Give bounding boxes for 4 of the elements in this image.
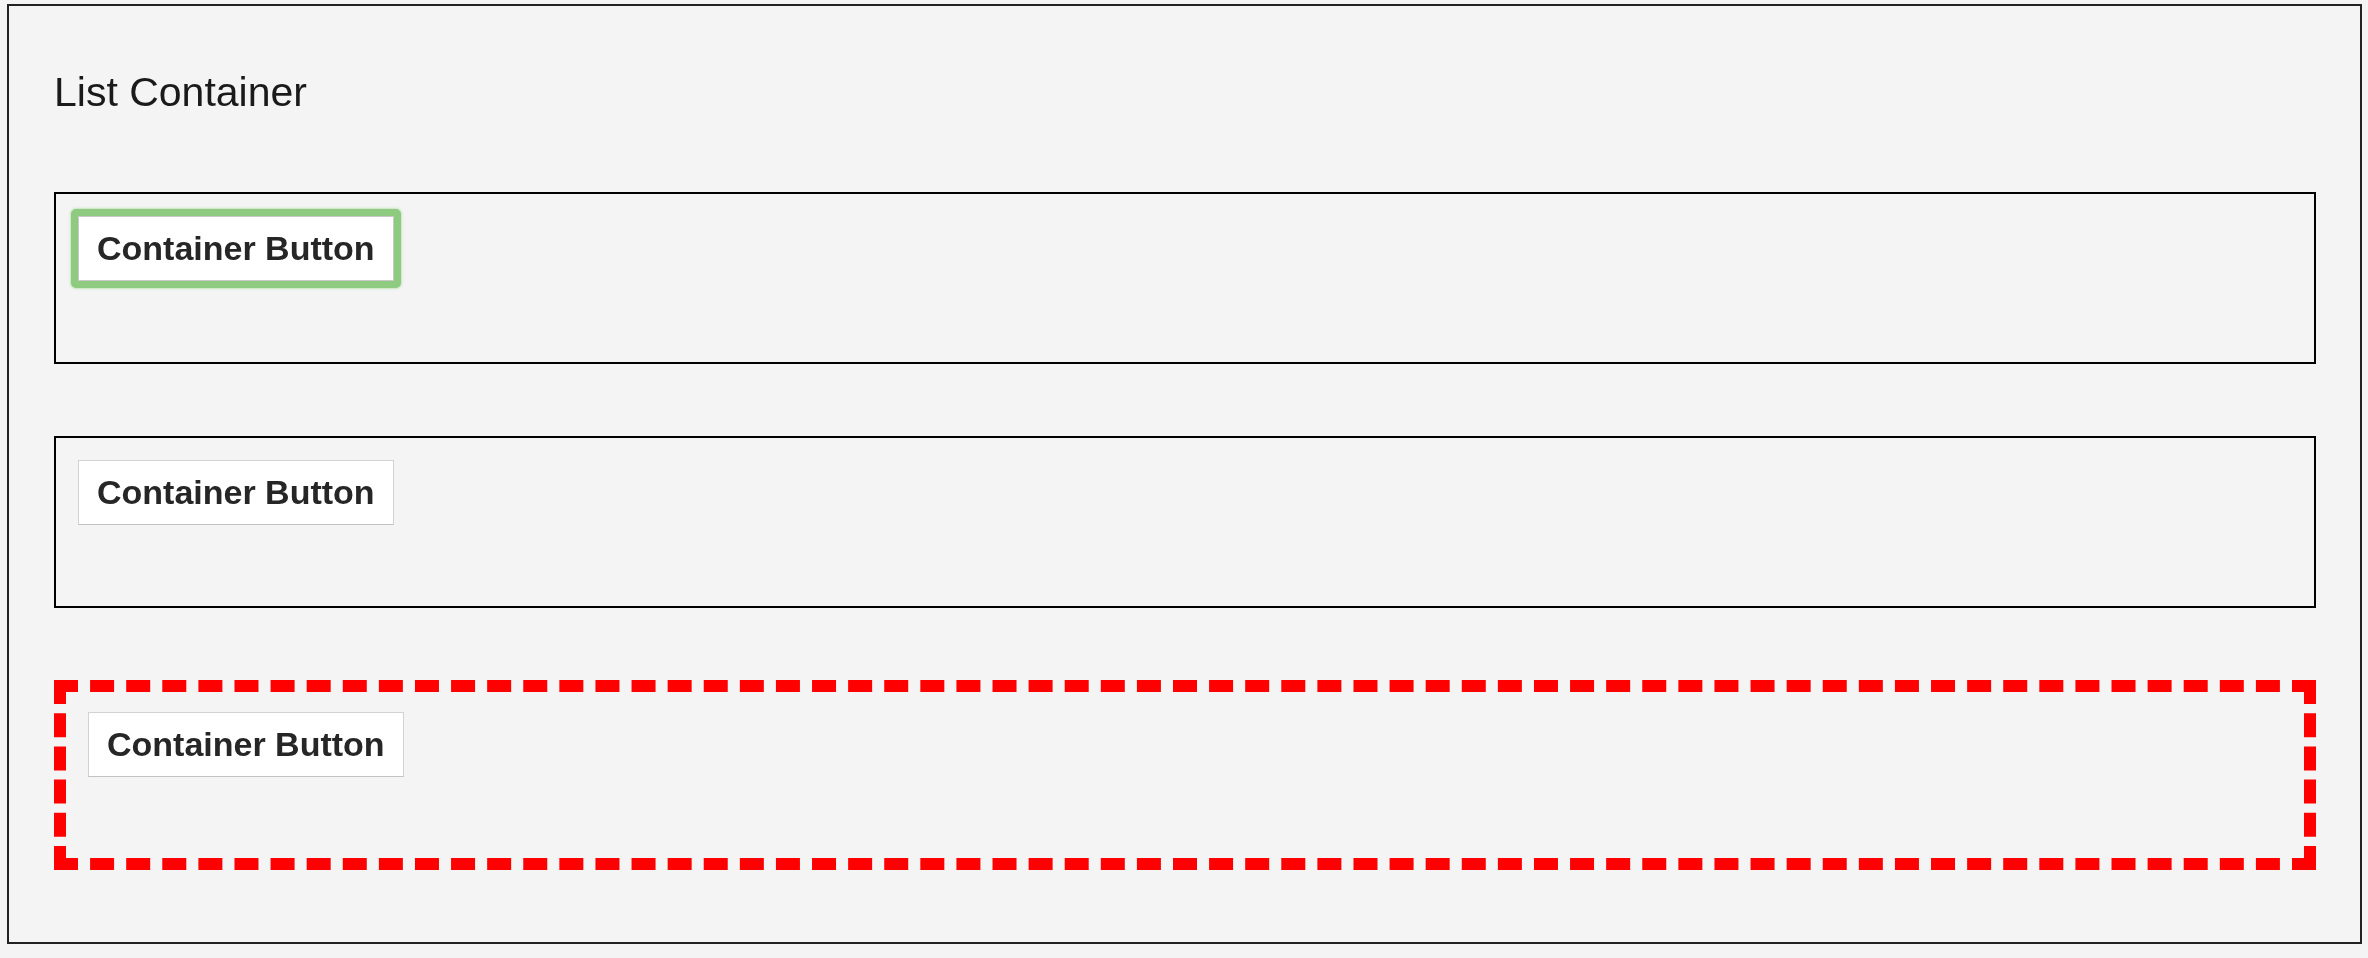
panel-title: List Container (54, 68, 307, 116)
container-button[interactable]: Container Button (88, 712, 404, 777)
container-button[interactable]: Container Button (71, 209, 401, 288)
container-button[interactable]: Container Button (78, 460, 394, 525)
